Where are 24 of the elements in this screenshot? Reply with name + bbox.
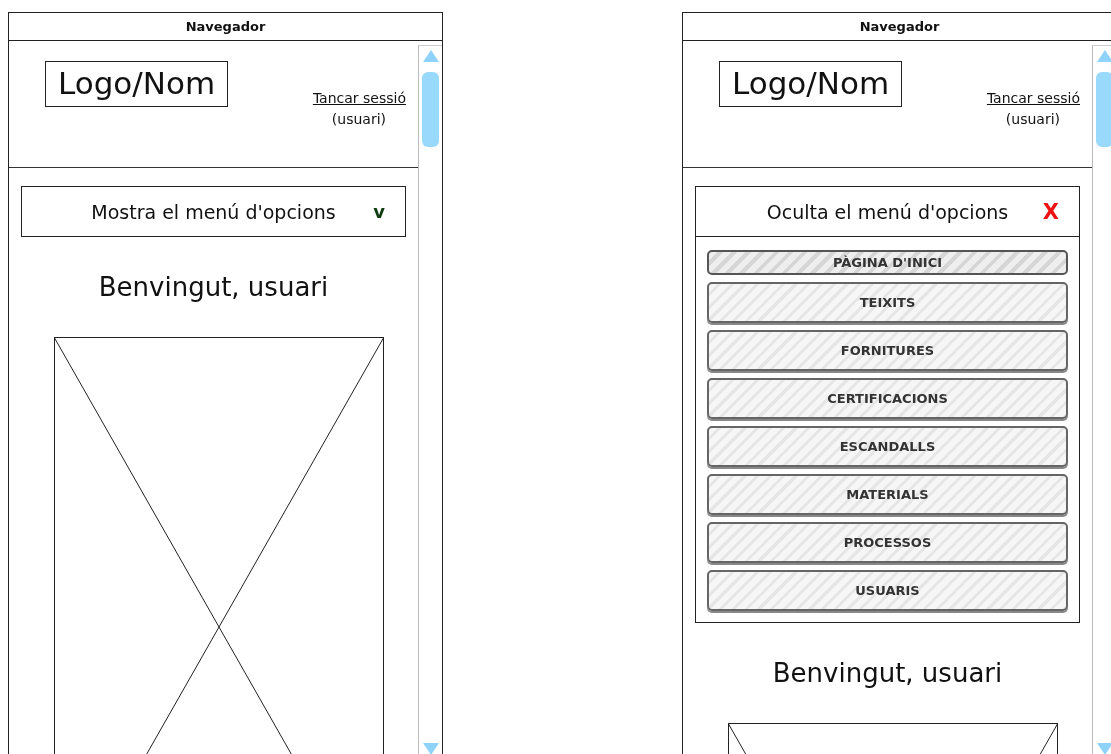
- logout-link[interactable]: Tancar sessió: [986, 88, 1080, 109]
- logo: Logo/Nom: [45, 61, 229, 108]
- menu-toggle-button[interactable]: Oculta el menú d'opcions X: [695, 186, 1080, 237]
- scroll-thumb[interactable]: [1096, 72, 1111, 147]
- scroll-thumb[interactable]: [422, 72, 439, 147]
- window-title: Navegador: [683, 13, 1111, 41]
- scrollbar[interactable]: [418, 45, 442, 754]
- menu-item-button[interactable]: TEIXITS: [707, 282, 1068, 323]
- menu-item-button[interactable]: ESCANDALLS: [707, 426, 1068, 467]
- user-label: (usuari): [331, 110, 386, 129]
- menu-item-button[interactable]: MATERIALS: [707, 474, 1068, 515]
- menu-item-button[interactable]: PROCESSOS: [707, 522, 1068, 563]
- logout-link[interactable]: Tancar sessió: [312, 88, 406, 109]
- scrollbar[interactable]: [1092, 45, 1111, 754]
- window-title: Navegador: [9, 13, 442, 41]
- menu-toggle-button[interactable]: Mostra el menú d'opcions v: [21, 186, 406, 237]
- welcome-heading: Benvingut, usuari: [97, 271, 330, 303]
- menu-item-button[interactable]: CERTIFICACIONS: [707, 378, 1068, 419]
- menu-item-button[interactable]: USUARIS: [707, 570, 1068, 611]
- menu-item-button[interactable]: FORNITURES: [707, 330, 1068, 371]
- user-label: (usuari): [1005, 110, 1060, 129]
- logo: Logo/Nom: [719, 61, 903, 108]
- menu-item-button[interactable]: PÀGINA D'INICI: [707, 250, 1068, 275]
- welcome-heading: Benvingut, usuari: [771, 657, 1004, 689]
